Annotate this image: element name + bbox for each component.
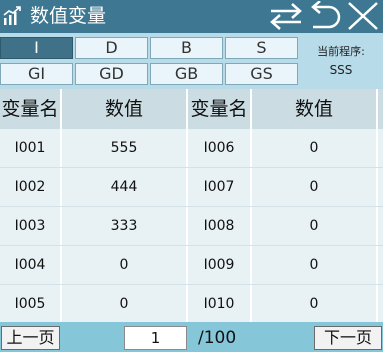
variable-name: I005 [14,296,46,312]
tab-s[interactable]: S [225,37,298,59]
current-program-name: SSS [329,63,353,77]
variable-name: I003 [14,218,46,234]
variable-value[interactable]: 333 [62,207,186,245]
header-name-2: 变量名 [190,98,248,120]
tab-d[interactable]: D [75,37,148,59]
tab-b[interactable]: B [150,37,223,59]
variable-name: I006 [203,140,235,156]
variable-name: I007 [203,179,235,195]
variable-value[interactable]: 555 [62,129,186,167]
bar-chart-icon [3,6,21,25]
variable-type-selector: I D B S GI GD GB GS 当前程序: SSS [0,33,383,88]
next-page-button[interactable]: 下一页 [314,326,382,350]
page-number-input[interactable] [124,326,187,350]
close-icon[interactable] [345,1,381,31]
header-value-2: 数值 [294,98,333,120]
table-header: 变量名 数值 变量名 数值 [0,89,383,129]
tab-gi[interactable]: GI [0,63,73,85]
tab-gd[interactable]: GD [75,63,148,85]
previous-page-button[interactable]: 上一页 [1,326,60,350]
variable-value[interactable]: 0 [252,207,376,245]
swap-arrows-icon[interactable] [268,1,304,31]
variable-name: I008 [203,218,235,234]
variable-value[interactable]: 0 [62,246,186,284]
back-arrow-icon[interactable] [307,1,343,31]
variable-name: I010 [203,296,235,312]
table-row: I005 0 I010 0 [0,285,383,324]
variable-value[interactable]: 0 [252,129,376,167]
page-total: /100 [198,328,237,348]
variable-name: I009 [203,257,235,273]
header-name-1: 变量名 [1,98,59,120]
page-title: 数值变量 [30,5,107,27]
variable-value[interactable]: 0 [62,285,186,323]
variable-value[interactable]: 0 [252,168,376,206]
pagination-bar: 上一页 /100 下一页 [0,322,383,352]
table-row: I003 333 I008 0 [0,207,383,246]
variable-value[interactable]: 0 [252,285,376,323]
tab-gs[interactable]: GS [225,63,298,85]
variable-table: 变量名 数值 变量名 数值 I001 555 I006 0 I002 444 I… [0,89,383,324]
variable-value[interactable]: 0 [252,246,376,284]
current-program-label: 当前程序: [317,45,365,58]
table-row: I001 555 I006 0 [0,129,383,168]
title-bar: 数值变量 [0,0,383,33]
table-row: I002 444 I007 0 [0,168,383,207]
tab-gb[interactable]: GB [150,63,223,85]
tab-i[interactable]: I [0,37,73,59]
variable-name: I004 [14,257,46,273]
variable-name: I001 [14,140,46,156]
variable-name: I002 [14,179,46,195]
header-value-1: 数值 [104,98,143,120]
variable-value[interactable]: 444 [62,168,186,206]
table-row: I004 0 I009 0 [0,246,383,285]
